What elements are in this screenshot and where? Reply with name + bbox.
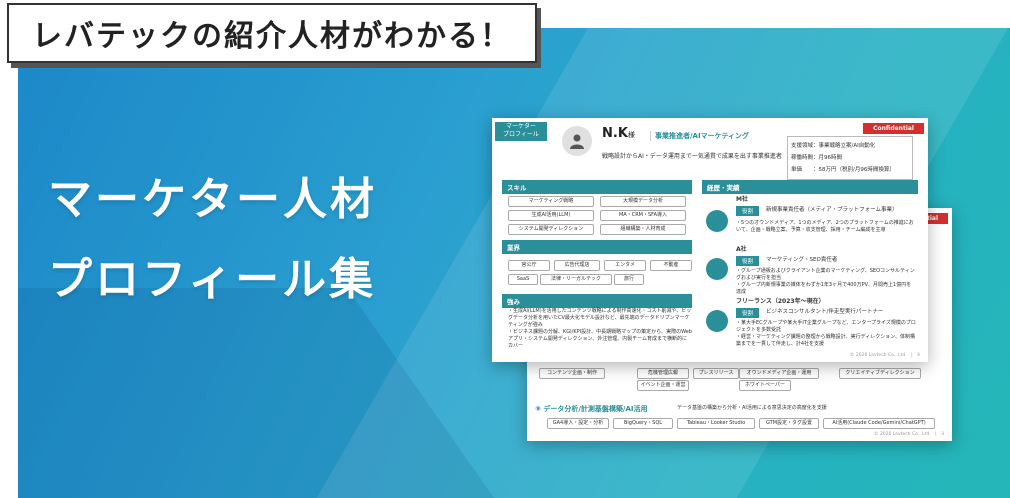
ninth-title: ⑨ データ分析/計測基盤構築/AI活用 (535, 405, 648, 413)
pill: Tableau・Looker Studio (677, 418, 755, 429)
pill: 危機管理広報 (637, 368, 689, 379)
profile-doc-front: マーケター プロフィール Confidential N.K様 事業推進者/AIマ… (492, 118, 928, 362)
section-badge: マーケター プロフィール (495, 122, 547, 141)
info-line: 単価 ：58万円（税別/月96時間換算） (791, 167, 895, 173)
person-icon (570, 134, 584, 149)
industry-pill: 不動産 (650, 260, 692, 271)
pill: GA4導入・設定・分析 (547, 418, 609, 429)
career-desc: ・某大手ECグループや某大手IT企業グループなど、エンタープライズ規模のプロジェ… (736, 320, 916, 347)
pill: AI活用(Claude Code/Gemini/ChatGPT) (823, 418, 935, 429)
career-company: M社 (736, 196, 748, 203)
strength-text: ・生成AI(LLM)を活用したコンテンツ戦略による制作高速化・コスト削減や、ビッ… (508, 308, 692, 349)
pill: BigQuery・SQL (613, 418, 673, 429)
honorific: 様 (627, 131, 635, 139)
headline-line2: プロフィール集 (48, 254, 377, 305)
industry-pill: 旅行 (614, 274, 644, 285)
role-badge: 役割 (736, 256, 760, 266)
pill: イベント企画・運営 (637, 380, 689, 391)
skill-pill: 組織構築・人材育成 (600, 224, 686, 235)
skill-pill: システム開発ディレクション (508, 224, 594, 235)
career-role: マーケティング・SEO責任者 (766, 257, 838, 263)
skill-pill: マーケティング戦略 (508, 196, 594, 207)
pill: ホワイトペーパー (739, 380, 791, 391)
strength-title: 強み (502, 294, 692, 308)
avatar (562, 126, 592, 156)
pill: コンテンツ企画・制作 (539, 368, 605, 379)
career-role: 新規事業責任者（メディア・プラットフォーム事業） (766, 207, 898, 213)
industry-pill: エンタメ (604, 260, 646, 271)
career-company: A社 (736, 246, 747, 253)
tag-label: レバテックの紹介人材がわかる！ (32, 19, 512, 54)
confidential-badge: Confidential (863, 123, 924, 134)
headline-line1: マーケター人材 (48, 174, 377, 225)
person-icon (706, 310, 728, 332)
headline: マーケター人材 プロフィール集 (48, 160, 377, 320)
career-title: 経歴・実績 (702, 180, 918, 194)
pill: GTM設定・タグ設置 (759, 418, 819, 429)
career-desc: ・グループ通販およびクライアント企業のマーケティング、SEOコンサルティングおよ… (736, 268, 915, 295)
career-desc: ・5つのオウンドメディア、1つのメディア、2つのプラットフォームの推進において、… (736, 220, 914, 233)
candidate-name: N.K様 (602, 126, 635, 141)
industry-title: 業界 (502, 240, 692, 254)
candidate-name-text: N.K (602, 126, 628, 141)
industry-pill: 法律・リーガルテック (540, 274, 612, 285)
info-line: 支援領域：事業戦略立案/AI自動化 (791, 143, 876, 149)
headline-tag: レバテックの紹介人材がわかる！ (7, 3, 537, 63)
skill-pill: 大規模データ分析 (600, 196, 686, 207)
info-box: 支援領域：事業戦略立案/AI自動化 稼働時間：月96時間 単価 ：58万円（税別… (787, 136, 913, 180)
building-icon (706, 258, 728, 280)
page-footer: © 2026 Levtech Co., Ltd. | 3 (873, 432, 944, 437)
skill-pill: 生成AI活用(LLM) (508, 210, 594, 221)
role-badge: 役割 (736, 206, 760, 216)
career-role: ビジネスコンサルタント/伴走型実行パートナー (766, 309, 884, 315)
role-badge: 役割 (736, 308, 760, 318)
candidate-summary: 戦略設計からAI・データ運用まで一気通貫で成果を出す事業推進者 (602, 153, 782, 160)
building-icon (706, 210, 728, 232)
pill: オウンドメディア企画・運用 (739, 368, 819, 379)
skills-title: スキル (502, 180, 692, 194)
ninth-desc: データ基盤の構築から分析・AI活用による意思決定の高度化を支援 (677, 405, 827, 411)
info-line: 稼働時間：月96時間 (791, 155, 842, 161)
career-company: フリーランス（2023年〜現在） (736, 298, 825, 305)
pill: プレスリリース (693, 368, 739, 379)
industry-pill: 広告代理店 (554, 260, 600, 271)
candidate-role: 事業推進者/AIマーケティング (650, 131, 749, 141)
page-footer: © 2026 Levtech Co., Ltd. | 4 (849, 353, 920, 358)
skill-pill: MA・CRM・SFA導入 (600, 210, 686, 221)
pill: クリエイティブディレクション (839, 368, 921, 379)
industry-pill: SaaS (508, 274, 538, 285)
industry-pill: 官公庁 (508, 260, 550, 271)
